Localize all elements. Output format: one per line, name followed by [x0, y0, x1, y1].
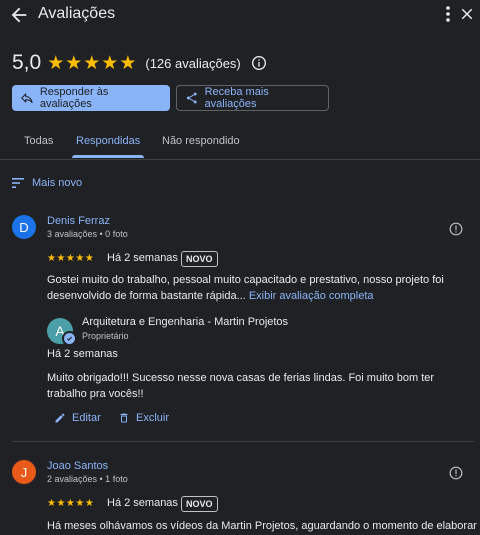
- tab-answered[interactable]: Respondidas: [76, 135, 140, 147]
- arrow-left-icon[interactable]: [8, 4, 30, 26]
- sort-button[interactable]: Mais novo: [12, 177, 82, 189]
- avatar[interactable]: J: [12, 460, 36, 484]
- new-badge: NOVO: [181, 251, 218, 267]
- more-vert-icon[interactable]: [440, 4, 456, 24]
- owner-name: Arquitetura e Engenharia - Martin Projet…: [82, 316, 289, 328]
- get-more-reviews-button[interactable]: Receba mais avaliações: [176, 85, 329, 111]
- sort-label: Mais novo: [32, 177, 83, 189]
- page-title: Avaliações: [38, 5, 116, 22]
- edit-icon: [55, 413, 65, 423]
- review-text-content: Gostei muito do trabalho, pessoal muito …: [47, 274, 444, 302]
- owner-role: Proprietário: [82, 331, 129, 341]
- reply-reviews-button[interactable]: Responder às avaliações: [12, 85, 170, 111]
- tab-all[interactable]: Todas: [24, 135, 53, 147]
- close-icon[interactable]: [458, 5, 476, 23]
- active-tab-indicator: [72, 155, 144, 158]
- info-icon[interactable]: [449, 222, 463, 236]
- delete-reply-button[interactable]: Excluir: [118, 412, 169, 424]
- info-icon[interactable]: [449, 466, 463, 480]
- review-stars: ★★★★★: [47, 253, 95, 264]
- verified-badge-icon: [62, 331, 77, 346]
- average-rating: 5,0: [12, 51, 42, 74]
- review-count: (126 avaliações): [145, 55, 241, 71]
- review-date: Há 2 semanas: [107, 252, 178, 264]
- edit-label: Editar: [72, 412, 101, 424]
- reviewer-meta: 2 avaliações • 1 foto: [47, 474, 128, 484]
- review-text: Há meses olhávamos os vídeos da Martin P…: [47, 520, 477, 532]
- reply-reviews-label: Responder às avaliações: [39, 86, 109, 110]
- delete-label: Excluir: [136, 412, 170, 424]
- reviewer-meta: 3 avaliações • 0 foto: [47, 229, 128, 239]
- rating-stars: ★★★★★: [47, 52, 138, 74]
- review-text: Gostei muito do trabalho, pessoal muito …: [47, 272, 467, 304]
- info-icon[interactable]: [251, 55, 267, 71]
- trash-icon: [120, 413, 128, 423]
- rating-summary: 5,0 ★★★★★ (126 avaliações): [12, 50, 267, 76]
- new-badge: NOVO: [181, 496, 218, 512]
- reply-icon: [21, 93, 33, 104]
- review-stars: ★★★★★: [47, 498, 95, 509]
- tab-unanswered[interactable]: Não respondido: [162, 135, 240, 147]
- reviewer-name[interactable]: Joao Santos: [47, 460, 108, 472]
- review-divider: [12, 441, 474, 442]
- share-icon: [186, 92, 197, 104]
- reply-date: Há 2 semanas: [47, 348, 118, 360]
- show-full-review-link[interactable]: Exibir avaliação completa: [249, 290, 374, 302]
- reviewer-name[interactable]: Denis Ferraz: [47, 215, 110, 227]
- review-date: Há 2 semanas: [107, 497, 178, 509]
- get-more-reviews-label: Receba mais avaliações: [204, 86, 269, 110]
- sort-icon: [12, 178, 24, 188]
- edit-reply-button[interactable]: Editar: [54, 412, 101, 424]
- app-bar: Avaliações: [0, 0, 480, 32]
- avatar[interactable]: D: [12, 215, 36, 239]
- reply-text: Muito obrigado!!! Sucesso nesse nova cas…: [47, 372, 435, 400]
